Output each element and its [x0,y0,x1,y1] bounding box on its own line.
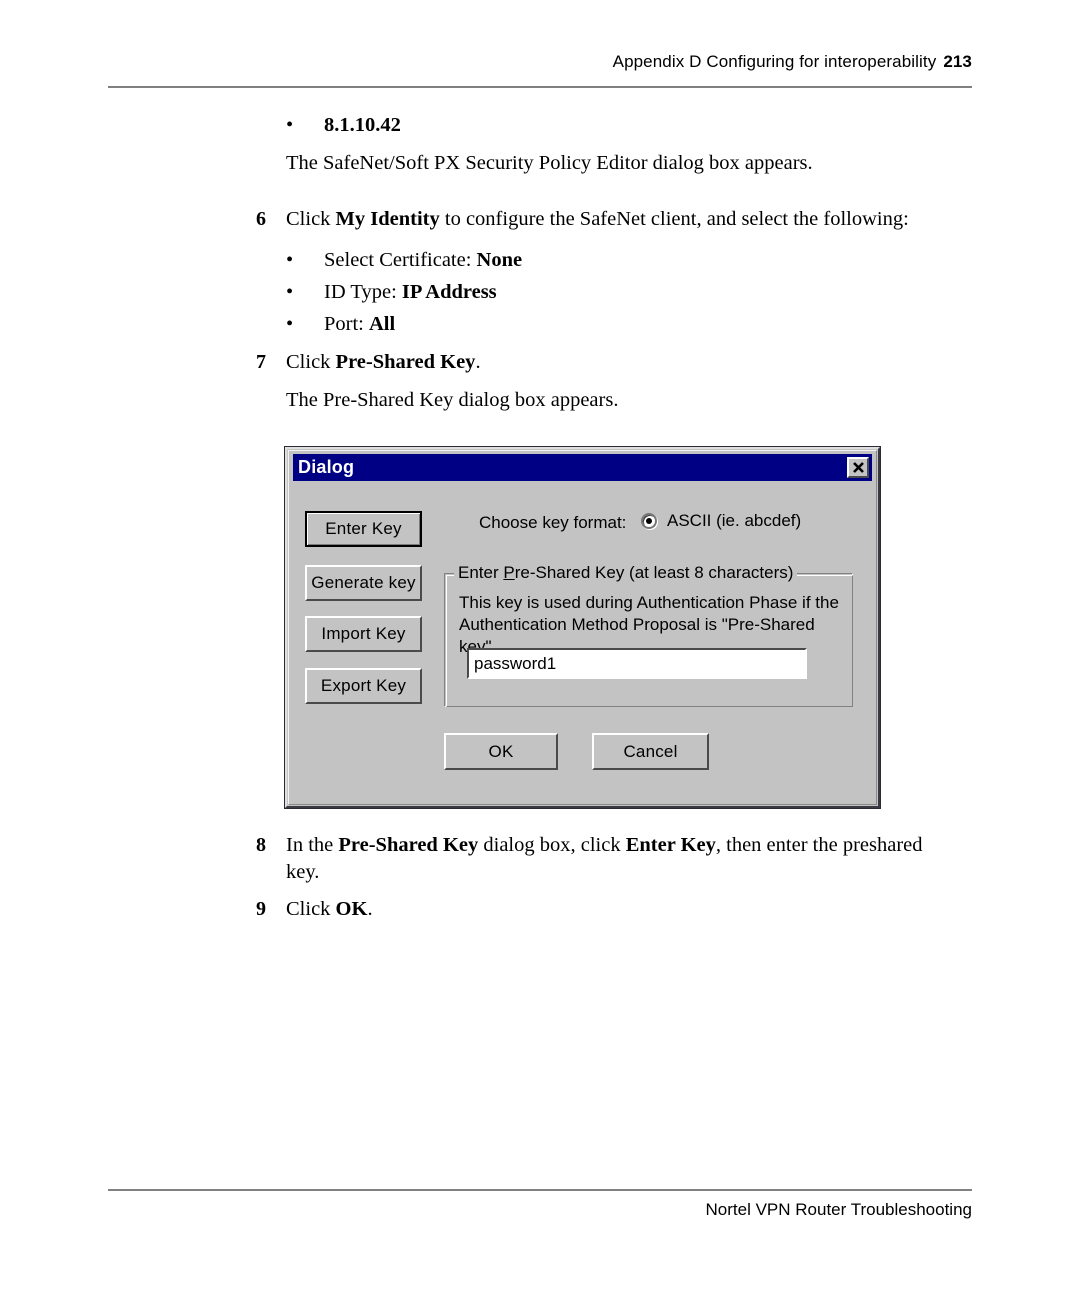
step-6-number: 6 [256,208,266,230]
generate-key-label: Generate key [311,573,416,592]
enter-key-label: Enter Key [325,519,402,538]
pre-shared-key-value: password1 [474,653,557,673]
export-key-label: Export Key [320,676,407,695]
bullet-ip-value: 8.1.10.42 [324,114,401,136]
dialog-inner-frame: Dialog Enter Key Generate key Import Key… [288,450,877,805]
group-legend-b: re-Shared Key (at least 8 characters) [514,563,794,582]
page-header: Appendix D Configuring for interoperabil… [108,52,972,72]
step-6-pre: Click [286,208,336,230]
ok-label: OK [488,741,514,761]
header-title: Appendix D Configuring for interoperabil… [612,52,937,71]
step-8-d: , then enter the preshared [715,834,923,856]
page-footer: Nortel VPN Router Troubleshooting [705,1200,972,1219]
ok-button[interactable]: OK [444,733,558,770]
step-7-post: . [475,351,481,373]
header-divider [108,86,972,88]
choose-key-format-label: Choose key format: [479,513,627,532]
step-8-number: 8 [256,834,266,856]
bullet-0-label: Select Certificate: [324,249,477,271]
radio-selected-icon[interactable] [641,513,657,529]
step-7-pre: Click [286,351,336,373]
bullet-marker: • [286,281,294,303]
bullet-2-label: Port: [324,313,369,335]
bullet-0-value: None [476,249,523,271]
step-8-bold-2: Enter Key [625,834,716,856]
cancel-button[interactable]: Cancel [592,733,709,770]
bullet-marker: • [286,313,294,335]
step-6-post: to configure the SafeNet client, and sel… [439,208,909,230]
step-9-bold: OK [335,898,368,920]
cancel-label: Cancel [623,741,678,761]
dialog-titlebar: Dialog [293,454,872,481]
generate-key-button[interactable]: Generate key [305,565,422,601]
import-key-button[interactable]: Import Key [305,616,422,652]
dialog-title: Dialog [298,457,355,477]
editor-sentence: The SafeNet/Soft PX Security Policy Edit… [286,152,813,174]
step-8-line-2: key. [286,861,320,883]
step-7-bold: Pre-Shared Key [335,351,476,373]
bullet-1-value: IP Address [401,281,497,303]
ascii-radio-option[interactable]: ASCII (ie. abcdef) [641,511,801,531]
group-legend-accelerator: P [503,563,515,582]
footer-divider [108,1189,972,1191]
step-9-number: 9 [256,898,266,920]
step-8-bold-1: Pre-Shared Key [338,834,479,856]
import-key-label: Import Key [321,624,406,643]
step-6-bold: My Identity [335,208,440,230]
header-page-number: 213 [943,52,972,71]
bullet-marker: • [286,114,294,136]
step-9-post: . [367,898,373,920]
bullet-1-label: ID Type: [324,281,402,303]
step-8-a: In the [286,834,339,856]
step-9-pre: Click [286,898,336,920]
group-legend: Enter Pre-Shared Key (at least 8 charact… [454,563,798,583]
step-8-c: dialog box, click [478,834,626,856]
bullet-2-value: All [369,313,396,335]
pre-shared-key-input[interactable]: password1 [467,648,807,679]
close-icon[interactable] [847,457,869,478]
bullet-marker: • [286,249,294,271]
ascii-radio-label: ASCII (ie. abcdef) [667,511,802,530]
pre-shared-key-group: Enter Pre-Shared Key (at least 8 charact… [444,563,853,707]
psk-sentence: The Pre-Shared Key dialog box appears. [286,389,619,411]
pre-shared-key-dialog: Dialog Enter Key Generate key Import Key… [285,447,880,808]
step-7-number: 7 [256,351,266,373]
group-legend-a: Enter [458,563,504,582]
export-key-button[interactable]: Export Key [305,668,422,704]
enter-key-button[interactable]: Enter Key [305,511,422,547]
